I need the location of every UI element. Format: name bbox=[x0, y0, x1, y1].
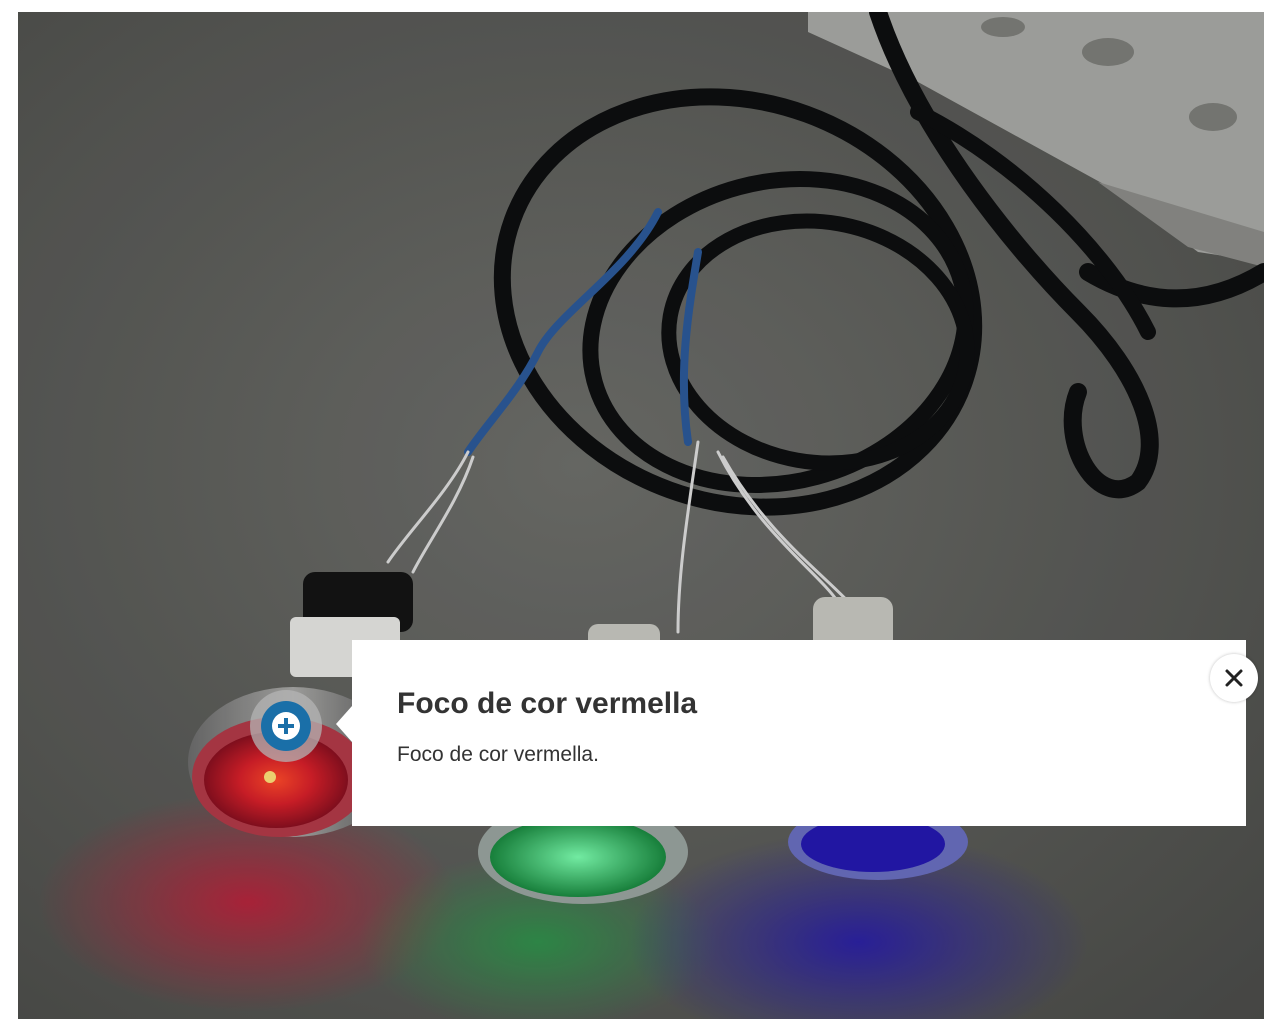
info-popup: Foco de cor vermella Foco de cor vermell… bbox=[336, 640, 1246, 826]
plus-circle-icon bbox=[272, 712, 300, 740]
hotspot-button[interactable] bbox=[250, 690, 322, 762]
popup-text: Foco de cor vermella. bbox=[397, 743, 599, 766]
background-photo bbox=[18, 12, 1264, 1019]
close-icon bbox=[1225, 669, 1243, 687]
popup-arrow bbox=[336, 706, 352, 742]
close-button[interactable] bbox=[1210, 654, 1258, 702]
popup-title: Foco de cor vermella bbox=[397, 687, 698, 720]
hotspot-inner bbox=[261, 701, 311, 751]
image-stage bbox=[18, 12, 1264, 1019]
